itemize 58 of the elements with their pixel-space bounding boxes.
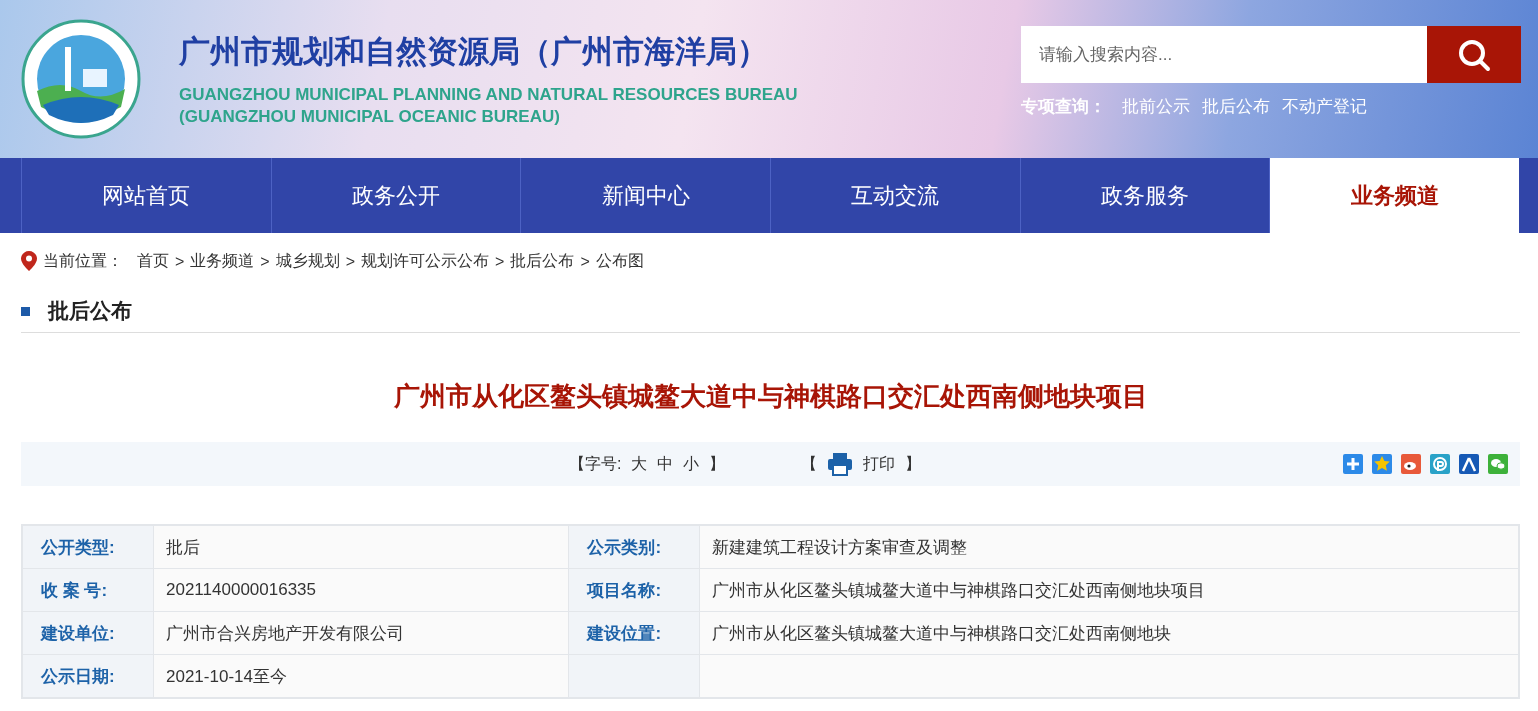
field-value: 广州市从化区鳌头镇城鳌大道中与神棋路口交汇处西南侧地块 [699,611,1519,655]
field-value: 2021-10-14至今 [153,654,569,698]
field-value: 2021140000016335 [153,568,569,612]
field-label: 公示类别: [568,525,700,569]
breadcrumb-separator: > [495,252,505,271]
search-icon [1457,37,1491,72]
star-share-icon[interactable] [1372,454,1392,474]
square-bullet-icon [21,306,30,316]
person-share-icon[interactable] [1459,454,1479,474]
nav-tab[interactable]: 网站首页 [21,158,271,233]
breadcrumb-separator: > [345,252,356,271]
search-button[interactable] [1427,26,1521,83]
breadcrumb-separator: > [175,252,185,271]
nav-tab[interactable]: 新闻中心 [520,158,770,233]
font-size-label: 【字号: [569,453,622,474]
special-query-label: 专项查询： [1021,96,1106,118]
print-link[interactable]: 打印 [863,453,896,475]
font-size-link[interactable]: 小 [683,453,700,475]
field-label: 建设单位: [22,611,154,655]
section-title: 批后公布 [48,298,132,324]
printer-icon [827,452,854,476]
breadcrumb-link[interactable]: 公布图 [595,251,644,272]
breadcrumb-separator: > [580,252,590,271]
bracket: 】 [905,453,922,474]
breadcrumb-separator: > [260,252,270,271]
field-label: 项目名称: [568,568,700,612]
emblem-logo-icon [21,19,141,139]
breadcrumb-link[interactable]: 城乡规划 [275,251,340,272]
nav-tab[interactable]: 政务公开 [270,158,521,233]
nav-tab[interactable]: 互动交流 [770,158,1020,233]
site-title: 广州市规划和自然资源局（广州市海洋局） [179,33,769,71]
field-label: 建设位置: [568,611,700,655]
field-label: 公开类型: [22,525,154,569]
breadcrumb-link[interactable]: 批后公布 [510,251,575,272]
site-subtitle: GUANGZHOU MUNICIPAL PLANNING AND NATURAL RESOURCES BUREAU [179,85,798,105]
plus-share-icon[interactable] [1343,454,1363,474]
article-title: 广州市从化区鳌头镇城鳌大道中与神棋路口交汇处西南侧地块项目 [392,380,1149,413]
field-label: 公示日期: [22,654,154,698]
field-value: 新建建筑工程设计方案审查及调整 [699,525,1519,569]
breadcrumb-label: 当前位置： [43,251,123,271]
p-share-icon[interactable] [1430,454,1450,474]
font-size-link[interactable]: 中 [657,453,674,475]
field-label: 收 案 号: [22,568,154,612]
bracket: 】 [709,453,726,474]
breadcrumb-link[interactable]: 首页 [137,251,169,272]
location-pin-icon [21,250,37,273]
bracket: 【 [801,453,818,474]
field-value: 广州市合兴房地产开发有限公司 [153,611,569,655]
field-value: 批后 [153,525,569,569]
weibo-share-icon[interactable] [1401,454,1421,474]
site-subtitle: (GUANGZHOU MUNICIPAL OCEANIC BUREAU) [179,107,561,127]
wechat-share-icon[interactable] [1488,454,1508,474]
breadcrumb-link[interactable]: 业务频道 [190,251,255,272]
breadcrumb-link[interactable]: 规划许可公示公布 [361,251,490,272]
search-field[interactable]: 请输入搜索内容... [1021,26,1427,83]
field-value: 广州市从化区鳌头镇城鳌大道中与神棋路口交汇处西南侧地块项目 [699,568,1519,612]
font-size-link[interactable]: 大 [631,453,648,475]
nav-tab[interactable]: 业务频道 [1269,158,1520,233]
